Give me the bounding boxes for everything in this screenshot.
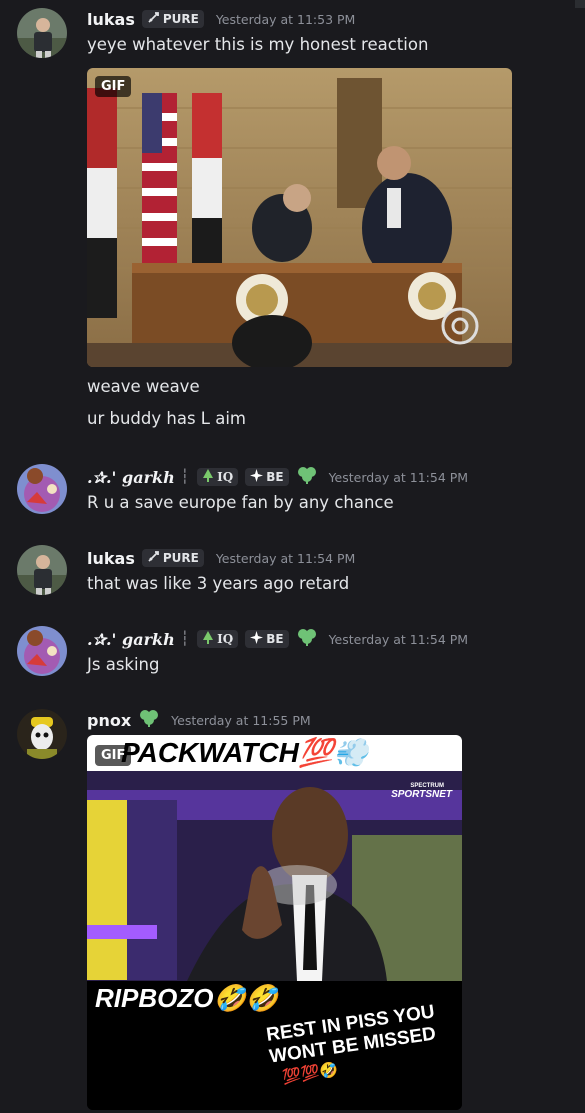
- message-text: weave weave: [87, 377, 200, 396]
- timestamp: Yesterday at 11:54 PM: [215, 550, 356, 566]
- gif-logo: SPORTSNET: [391, 789, 452, 800]
- message-text: R u a save europe fan by any chance: [87, 493, 394, 512]
- clan-tag-label: BE: [266, 470, 284, 484]
- gif-top-text: PACKWATCH💯💨: [87, 735, 462, 771]
- avatar[interactable]: [17, 8, 67, 58]
- gif-badge: GIF: [95, 76, 132, 97]
- username[interactable]: .✰.' garkh: [87, 468, 175, 487]
- username[interactable]: lukas: [87, 10, 135, 29]
- message-header: pnox Yesterday at 11:55 PM: [87, 709, 311, 731]
- timestamp: Yesterday at 11:53 PM: [215, 11, 356, 27]
- avatar[interactable]: [17, 545, 67, 595]
- message: lukas PURE Yesterday at 11:54 PM that wa…: [0, 539, 585, 609]
- message-text: that was like 3 years ago retard: [87, 574, 350, 593]
- clover-icon: [297, 628, 317, 650]
- clan-tag-label: BE: [266, 632, 284, 646]
- clan-tag-label: PURE: [162, 12, 199, 26]
- timestamp: Yesterday at 11:55 PM: [171, 712, 311, 728]
- tree-icon: [202, 631, 214, 647]
- role-tag[interactable]: IQ: [197, 630, 239, 648]
- username[interactable]: lukas: [87, 549, 135, 568]
- role-tag[interactable]: IQ: [197, 468, 239, 486]
- gif-badge: GIF: [95, 745, 132, 766]
- message-header: .✰.' garkh ┆ IQ BE Yesterday at 11:54 PM: [87, 466, 468, 488]
- gif-image: [87, 68, 512, 367]
- clan-tag[interactable]: BE: [245, 468, 289, 486]
- timestamp: Yesterday at 11:54 PM: [328, 469, 469, 485]
- avatar[interactable]: [17, 464, 67, 514]
- gif-embed[interactable]: GIF: [87, 68, 512, 367]
- message: .✰.' garkh ┆ IQ BE Yesterday at 11:54 PM…: [0, 620, 585, 690]
- clover-icon: [139, 709, 159, 731]
- message-text: ur buddy has L aim: [87, 409, 246, 428]
- sword-icon: [147, 11, 160, 27]
- clan-tag[interactable]: PURE: [141, 549, 204, 567]
- message-text: yeye whatever this is my honest reaction: [87, 35, 429, 54]
- separator: ┆: [180, 631, 190, 647]
- message-header: lukas PURE Yesterday at 11:54 PM: [87, 547, 355, 569]
- clan-tag-label: PURE: [162, 551, 199, 565]
- avatar[interactable]: [17, 626, 67, 676]
- sword-icon: [147, 550, 160, 566]
- username[interactable]: pnox: [87, 711, 131, 730]
- separator: ┆: [180, 469, 190, 485]
- timestamp: Yesterday at 11:54 PM: [328, 631, 469, 647]
- message-header: .✰.' garkh ┆ IQ BE Yesterday at 11:54 PM: [87, 628, 468, 650]
- gif-embed[interactable]: PACKWATCH💯💨 SPECTRUM SPORTSNET RIPBOZO🤣🤣…: [87, 735, 462, 1110]
- username[interactable]: .✰.' garkh: [87, 630, 175, 649]
- role-tag-label: IQ: [217, 632, 234, 646]
- role-tag-label: IQ: [217, 470, 234, 484]
- gif-mid-text: RIPBOZO🤣🤣: [95, 983, 279, 1013]
- clan-tag[interactable]: BE: [245, 630, 289, 648]
- avatar[interactable]: [17, 709, 67, 759]
- message-text: Js asking: [87, 655, 160, 674]
- message: lukas PURE Yesterday at 11:53 PM yeye wh…: [0, 0, 585, 440]
- sparkle-icon: [250, 631, 264, 647]
- message: .✰.' garkh ┆ IQ BE Yesterday at 11:54 PM…: [0, 458, 585, 528]
- sparkle-icon: [250, 469, 264, 485]
- tree-icon: [202, 469, 214, 485]
- clover-icon: [297, 466, 317, 488]
- message: pnox Yesterday at 11:55 PM PACKWATCH💯💨 S…: [0, 701, 585, 1113]
- message-header: lukas PURE Yesterday at 11:53 PM: [87, 8, 355, 30]
- clan-tag[interactable]: PURE: [141, 10, 204, 28]
